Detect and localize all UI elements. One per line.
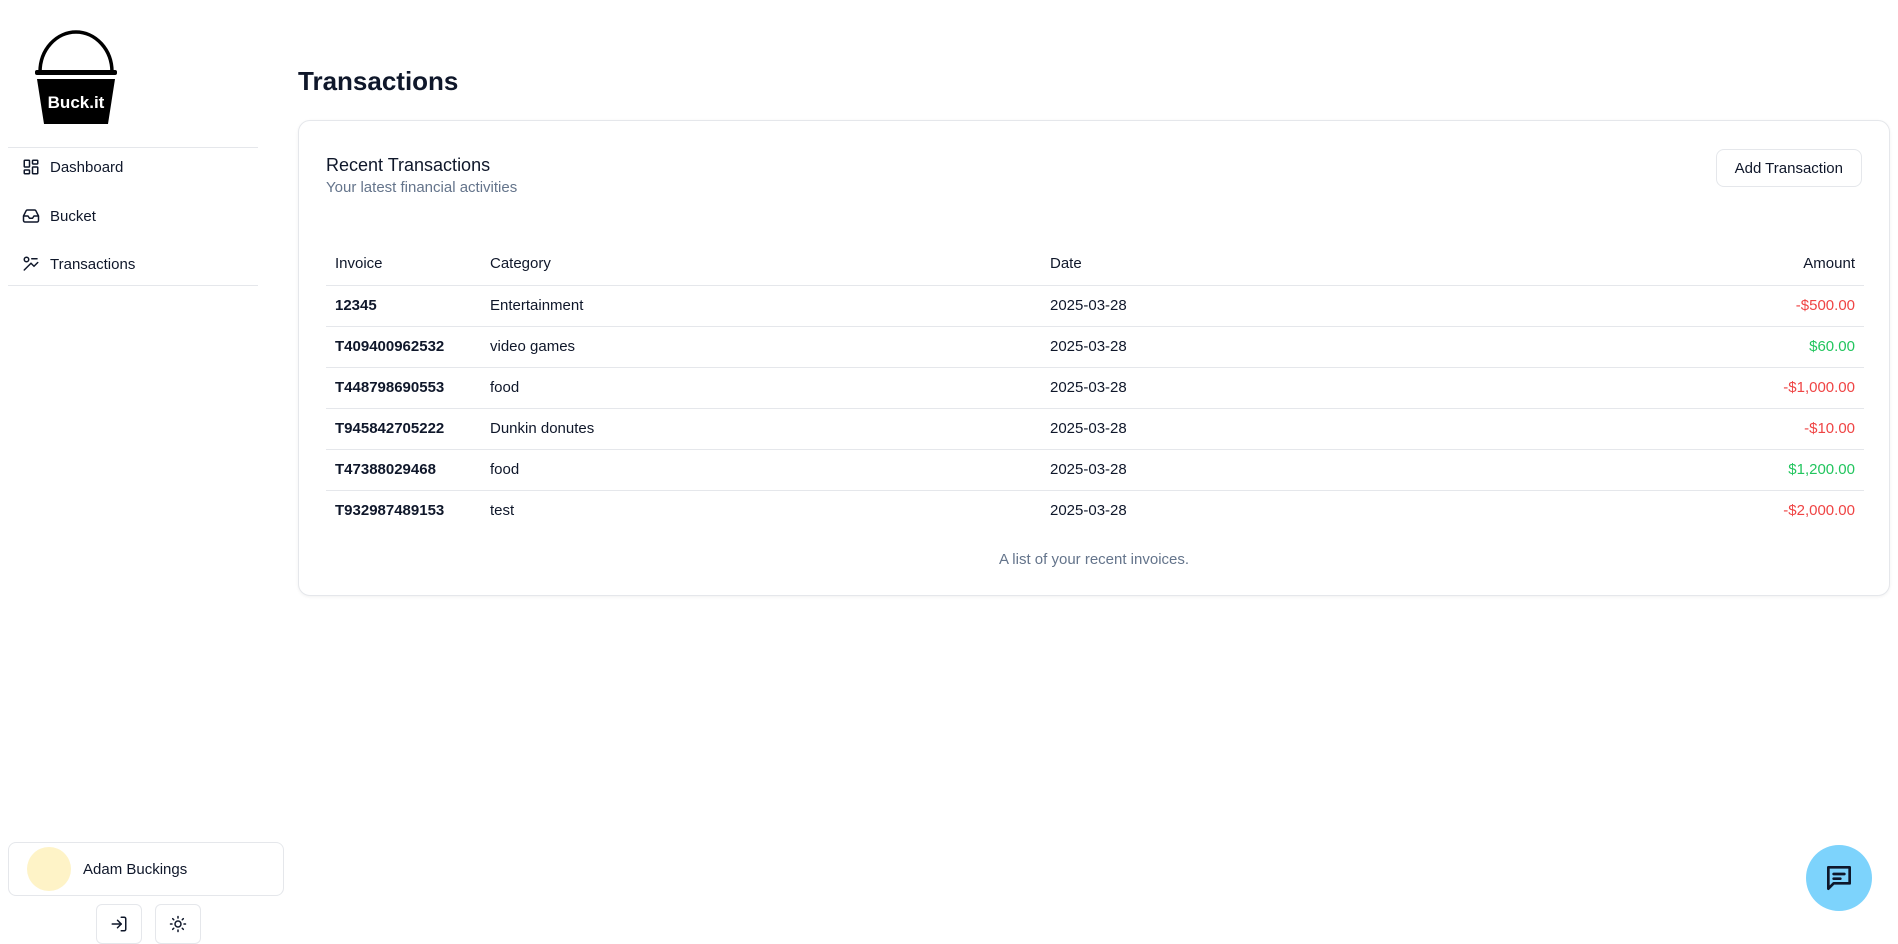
category-cell: food xyxy=(481,449,1041,491)
date-cell: 2025-03-28 xyxy=(1041,367,1541,409)
column-header-category: Category xyxy=(481,243,1041,286)
sidebar-item-transactions[interactable]: Transactions xyxy=(8,245,258,283)
login-icon xyxy=(111,916,127,932)
nav-divider-bottom xyxy=(8,285,258,286)
amount-cell: -$1,000.00 xyxy=(1541,367,1864,409)
dashboard-icon xyxy=(23,159,39,175)
category-cell: test xyxy=(490,502,515,520)
category-cell: Entertainment xyxy=(481,285,1041,327)
invoice-cell: 12345 xyxy=(326,285,481,327)
transactions-icon xyxy=(23,256,39,271)
amount-cell: -$2,000.00 xyxy=(1783,502,1855,520)
amount-cell: $60.00 xyxy=(1541,326,1864,368)
sidebar: Buck.it Dashboard Bucket Transactions Ad… xyxy=(0,0,292,944)
column-header-invoice: Invoice xyxy=(326,243,481,286)
column-header-date: Date xyxy=(1041,243,1541,286)
table-row[interactable]: T47388029468 food 2025-03-28 $1,200.00 xyxy=(326,449,1864,491)
transactions-card: Recent Transactions Your latest financia… xyxy=(298,120,1890,596)
date-cell: 2025-03-28 xyxy=(1050,502,1127,520)
invoice-cell: T448798690553 xyxy=(326,367,481,409)
date-cell: 2025-03-28 xyxy=(1041,326,1541,368)
invoice-cell: T932987489153 xyxy=(335,502,445,520)
table-row[interactable]: T945842705222 Dunkin donutes 2025-03-28 … xyxy=(326,408,1864,450)
table-row[interactable]: 12345 Entertainment 2025-03-28 -$500.00 xyxy=(326,285,1864,327)
transactions-table: Invoice Category Date Amount 12345 Enter… xyxy=(326,243,1864,531)
invoice-cell: T409400962532 xyxy=(326,326,481,368)
chat-icon xyxy=(1827,866,1851,890)
category-cell: Dunkin donutes xyxy=(481,408,1041,450)
table-header-row: Invoice Category Date Amount xyxy=(326,243,1864,286)
sidebar-item-dashboard[interactable]: Dashboard xyxy=(8,148,258,186)
date-cell: 2025-03-28 xyxy=(1041,408,1541,450)
date-cell: 2025-03-28 xyxy=(1041,285,1541,327)
sun-icon xyxy=(169,915,187,933)
logo-text: Buck.it xyxy=(48,93,105,112)
user-name: Adam Buckings xyxy=(83,860,188,878)
chat-button[interactable] xyxy=(1806,845,1872,911)
user-profile-card[interactable]: Adam Buckings xyxy=(8,842,284,896)
date-cell: 2025-03-28 xyxy=(1041,449,1541,491)
sidebar-item-label: Transactions xyxy=(50,255,136,273)
card-title: Recent Transactions xyxy=(326,155,491,175)
invoice-cell: T945842705222 xyxy=(326,408,481,450)
inbox-icon xyxy=(22,209,40,223)
avatar xyxy=(27,847,71,891)
amount-cell: -$10.00 xyxy=(1541,408,1864,450)
amount-cell: -$500.00 xyxy=(1541,285,1864,327)
sidebar-item-bucket[interactable]: Bucket xyxy=(8,197,258,235)
table-caption: A list of your recent invoices. xyxy=(998,551,1190,568)
sidebar-item-label: Dashboard xyxy=(50,158,124,176)
table-row[interactable]: T409400962532 video games 2025-03-28 $60… xyxy=(326,326,1864,368)
page-title: Transactions xyxy=(298,66,459,96)
add-transaction-button[interactable]: Add Transaction xyxy=(1715,149,1862,187)
theme-toggle-button[interactable] xyxy=(155,904,201,944)
sidebar-item-label: Bucket xyxy=(50,207,96,225)
table-row[interactable]: T932987489153 test 2025-03-28 -$2,000.00 xyxy=(326,490,1864,531)
card-subtitle: Your latest financial activities xyxy=(326,179,518,196)
category-cell: food xyxy=(481,367,1041,409)
buckit-logo[interactable]: Buck.it xyxy=(32,26,120,126)
invoice-cell: T47388029468 xyxy=(326,449,481,491)
column-header-amount: Amount xyxy=(1541,243,1864,286)
amount-cell: $1,200.00 xyxy=(1541,449,1864,491)
login-button[interactable] xyxy=(96,904,142,944)
category-cell: video games xyxy=(481,326,1041,368)
table-row[interactable]: T448798690553 food 2025-03-28 -$1,000.00 xyxy=(326,367,1864,409)
